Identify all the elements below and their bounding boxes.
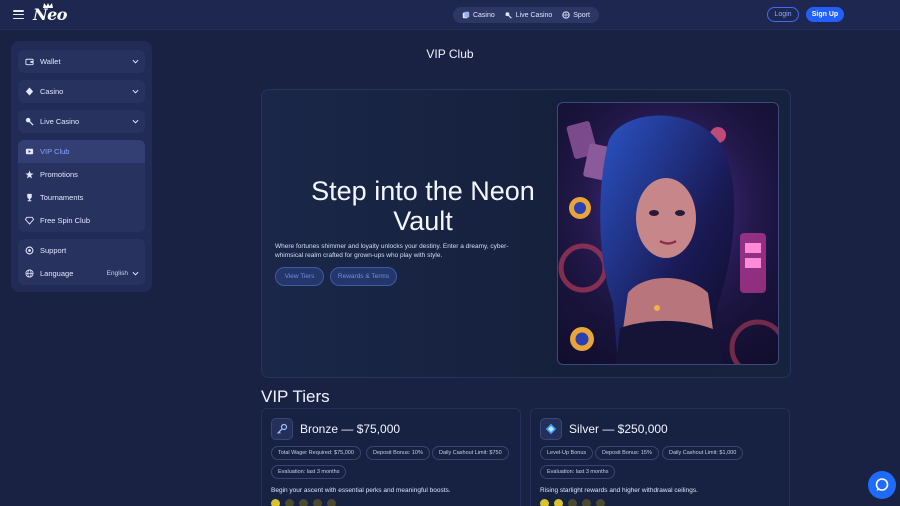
nav-sport[interactable]: Sport	[562, 11, 590, 19]
level-dot	[568, 499, 577, 506]
casino-icon	[25, 87, 34, 96]
tier-card-silver: Silver — $250,000 Level-Up Bonus Deposit…	[530, 408, 790, 506]
wallet-icon	[25, 58, 34, 66]
level-dot	[271, 499, 280, 506]
tier-level-dots	[271, 499, 336, 506]
diamond-icon	[25, 216, 34, 225]
hero-title: Step into the Neon Vault	[311, 176, 535, 236]
level-dot	[285, 499, 294, 506]
top-bar: Neo Casino Live Casino Sport Login Sign …	[0, 0, 900, 30]
sidebar-item-label: Free Spin Club	[40, 216, 91, 225]
level-dot	[540, 499, 549, 506]
tier-chip: Daily Cashout Limit: $750	[432, 446, 509, 460]
tier-badge	[271, 418, 293, 440]
tier-chip: Deposit Bonus: 10%	[366, 446, 430, 460]
sidebar-item-tournaments[interactable]: Tournaments	[18, 186, 145, 209]
sidebar-item-label: Casino	[40, 87, 64, 96]
view-tiers-button[interactable]: View Tiers	[275, 267, 324, 286]
signup-button[interactable]: Sign Up	[806, 7, 844, 22]
sidebar-item-label: Tournaments	[40, 193, 84, 202]
support-icon	[25, 246, 34, 255]
level-dot	[554, 499, 563, 506]
promotions-icon	[25, 170, 34, 179]
hero-illustration	[558, 103, 778, 364]
sidebar-group-wallet: Wallet	[18, 50, 145, 73]
sidebar-group-live-casino: Live Casino	[18, 110, 145, 133]
logo[interactable]: Neo	[33, 5, 67, 24]
sidebar-group-support: Support Language English	[18, 239, 145, 285]
level-dot	[327, 499, 336, 506]
gem-icon	[545, 423, 557, 435]
sidebar-item-language[interactable]: Language English	[18, 262, 145, 285]
sidebar-item-wallet[interactable]: Wallet	[18, 50, 145, 73]
tier-chip: Evaluation: last 3 months	[271, 465, 347, 479]
sport-icon	[562, 11, 570, 19]
chevron-down-icon[interactable]	[132, 118, 139, 125]
chevron-down-icon[interactable]	[132, 58, 139, 65]
key-icon	[277, 423, 288, 434]
tier-description: Begin your ascent with essential perks a…	[271, 487, 451, 494]
tier-chip: Total Wager Required: $75,000	[271, 446, 361, 460]
globe-icon	[25, 269, 34, 278]
tier-name: Bronze — $75,000	[300, 422, 401, 436]
menu-icon[interactable]	[13, 10, 24, 20]
level-dot	[299, 499, 308, 506]
tier-chip: Evaluation: last 3 months	[540, 465, 616, 479]
sidebar-item-support[interactable]: Support	[18, 239, 145, 262]
chevron-down-icon[interactable]	[132, 88, 139, 95]
sidebar-item-label: Support	[40, 246, 67, 255]
level-dot	[596, 499, 605, 506]
nav-casino-label: Casino	[472, 11, 495, 19]
tier-card-bronze: Bronze — $75,000 Total Wager Required: $…	[261, 408, 521, 506]
rewards-terms-button[interactable]: Rewards & Terms	[330, 267, 397, 286]
tier-badge	[540, 418, 562, 440]
live-casino-icon	[505, 12, 512, 19]
live-casino-icon	[25, 117, 34, 126]
sidebar-group-casino: Casino	[18, 80, 145, 103]
tier-chip: Level-Up Bonus	[540, 446, 594, 460]
sidebar-item-vip-club[interactable]: VIP Club	[18, 140, 145, 163]
sidebar-item-free-spin-club[interactable]: Free Spin Club	[18, 209, 145, 232]
hero-description: Where fortunes shimmer and loyalty unloc…	[275, 243, 509, 259]
tier-name: Silver — $250,000	[569, 422, 668, 436]
sidebar-item-label: Promotions	[40, 170, 78, 179]
chevron-down-icon[interactable]	[132, 270, 139, 277]
sidebar-item-casino[interactable]: Casino	[18, 80, 145, 103]
sidebar-item-promotions[interactable]: Promotions	[18, 163, 145, 186]
main-nav: Casino Live Casino Sport	[453, 7, 599, 23]
casino-icon	[462, 11, 470, 19]
sidebar-item-label: Live Casino	[40, 117, 80, 126]
nav-live-casino[interactable]: Live Casino	[505, 11, 553, 19]
tiers-title: VIP Tiers	[261, 387, 330, 406]
sidebar-item-label: Language	[40, 269, 74, 278]
sidebar-item-label: VIP Club	[40, 147, 70, 156]
sidebar: Wallet Casino Live Casino VIP Club Promo…	[11, 41, 152, 292]
page-title: VIP Club	[426, 47, 474, 61]
tier-level-dots	[540, 499, 605, 506]
sidebar-group-vip: VIP Club Promotions Tournaments Free Spi…	[18, 140, 145, 232]
trophy-icon	[27, 193, 32, 202]
vip-icon	[25, 148, 34, 155]
language-value: English	[106, 270, 128, 277]
sidebar-item-label: Wallet	[40, 57, 61, 66]
chat-icon	[875, 478, 889, 491]
tier-chip: Deposit Bonus: 15%	[595, 446, 659, 460]
nav-sport-label: Sport	[573, 11, 590, 19]
hero-image	[557, 102, 779, 365]
login-button[interactable]: Login	[767, 7, 799, 22]
level-dot	[582, 499, 591, 506]
chat-button[interactable]	[868, 471, 896, 499]
nav-live-casino-label: Live Casino	[515, 11, 553, 19]
nav-casino[interactable]: Casino	[462, 11, 495, 19]
sidebar-item-live-casino[interactable]: Live Casino	[18, 110, 145, 133]
tier-chip: Daily Cashout Limit: $1,000	[662, 446, 744, 460]
tier-description: Rising starlight rewards and higher with…	[540, 487, 698, 494]
level-dot	[313, 499, 322, 506]
hero-banner: Step into the Neon Vault Where fortunes …	[261, 89, 791, 378]
